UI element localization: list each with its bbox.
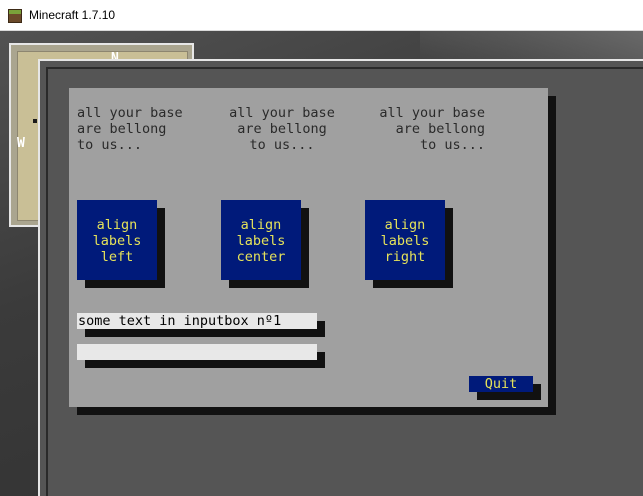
align-labels-left-button[interactable]: align labels left <box>77 200 157 280</box>
minimap-west-marker: W <box>17 136 25 151</box>
align-labels-center-button[interactable]: align labels center <box>221 200 301 280</box>
label-left-aligned: all your base are bellong to us... <box>77 105 183 153</box>
minimap-dot <box>33 119 37 123</box>
label-right-aligned: all your base are bellong to us... <box>379 105 485 153</box>
quit-button[interactable]: Quit <box>469 376 533 392</box>
label-center-aligned: all your base are bellong to us... <box>229 105 335 153</box>
window-title: Minecraft 1.7.10 <box>29 8 116 22</box>
text-input-2[interactable] <box>77 344 317 360</box>
window-title-bar: Minecraft 1.7.10 <box>0 0 643 31</box>
text-input-1[interactable] <box>77 313 317 329</box>
align-labels-right-button[interactable]: align labels right <box>365 200 445 280</box>
minecraft-grass-block-icon <box>8 9 22 23</box>
